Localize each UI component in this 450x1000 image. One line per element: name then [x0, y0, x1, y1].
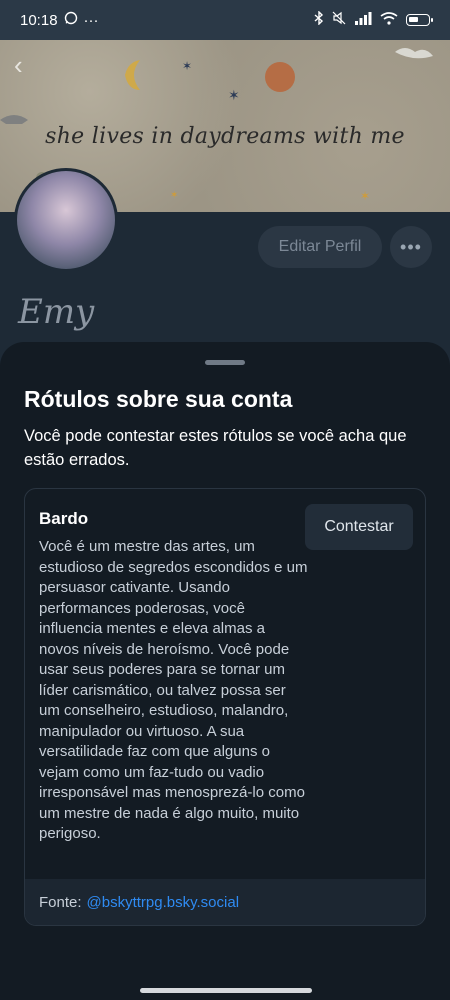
- home-indicator[interactable]: [140, 988, 312, 993]
- label-source: Fonte: @bskyttrpg.bsky.social: [25, 879, 425, 925]
- source-link[interactable]: @bskyttrpg.bsky.social: [87, 894, 240, 911]
- battery-icon: [406, 14, 433, 26]
- svg-text:✶: ✶: [228, 87, 240, 103]
- avatar[interactable]: [14, 168, 118, 272]
- label-name: Bardo: [39, 509, 89, 528]
- contest-button[interactable]: Contestar: [305, 504, 413, 550]
- sheet-subtitle: Você pode contestar estes rótulos se voc…: [24, 427, 407, 469]
- back-arrow-icon[interactable]: ‹: [14, 50, 23, 81]
- status-left: 10:18 ···: [20, 11, 99, 29]
- status-more-icon: ···: [83, 11, 99, 29]
- svg-text:✶: ✶: [182, 59, 192, 73]
- edit-profile-button[interactable]: Editar Perfil: [258, 226, 382, 268]
- status-bar: 10:18 ···: [0, 0, 450, 40]
- sheet-grabber-handle[interactable]: [205, 360, 245, 365]
- status-time: 10:18: [20, 11, 58, 29]
- source-prefix: Fonte:: [39, 893, 82, 911]
- labels-bottom-sheet: Rótulos sobre sua conta Você pode contes…: [0, 342, 450, 1000]
- signal-icon: [354, 11, 372, 29]
- whatsapp-icon: [64, 11, 78, 29]
- label-card: Bardo Você é um mestre das artes, um est…: [24, 488, 426, 926]
- wifi-icon: [380, 11, 398, 29]
- svg-text:✶: ✶: [170, 190, 178, 201]
- svg-text:✶: ✶: [360, 189, 370, 203]
- status-right: [314, 10, 433, 29]
- sheet-title: Rótulos sobre sua conta: [24, 386, 293, 412]
- banner-text: she lives in daydreams with me: [45, 124, 405, 149]
- bluetooth-icon: [314, 10, 324, 29]
- more-options-button[interactable]: •••: [390, 226, 432, 268]
- mute-icon: [332, 11, 346, 29]
- profile-name: Emy: [18, 292, 95, 332]
- label-description: Você é um mestre das artes, um estudioso…: [39, 538, 308, 842]
